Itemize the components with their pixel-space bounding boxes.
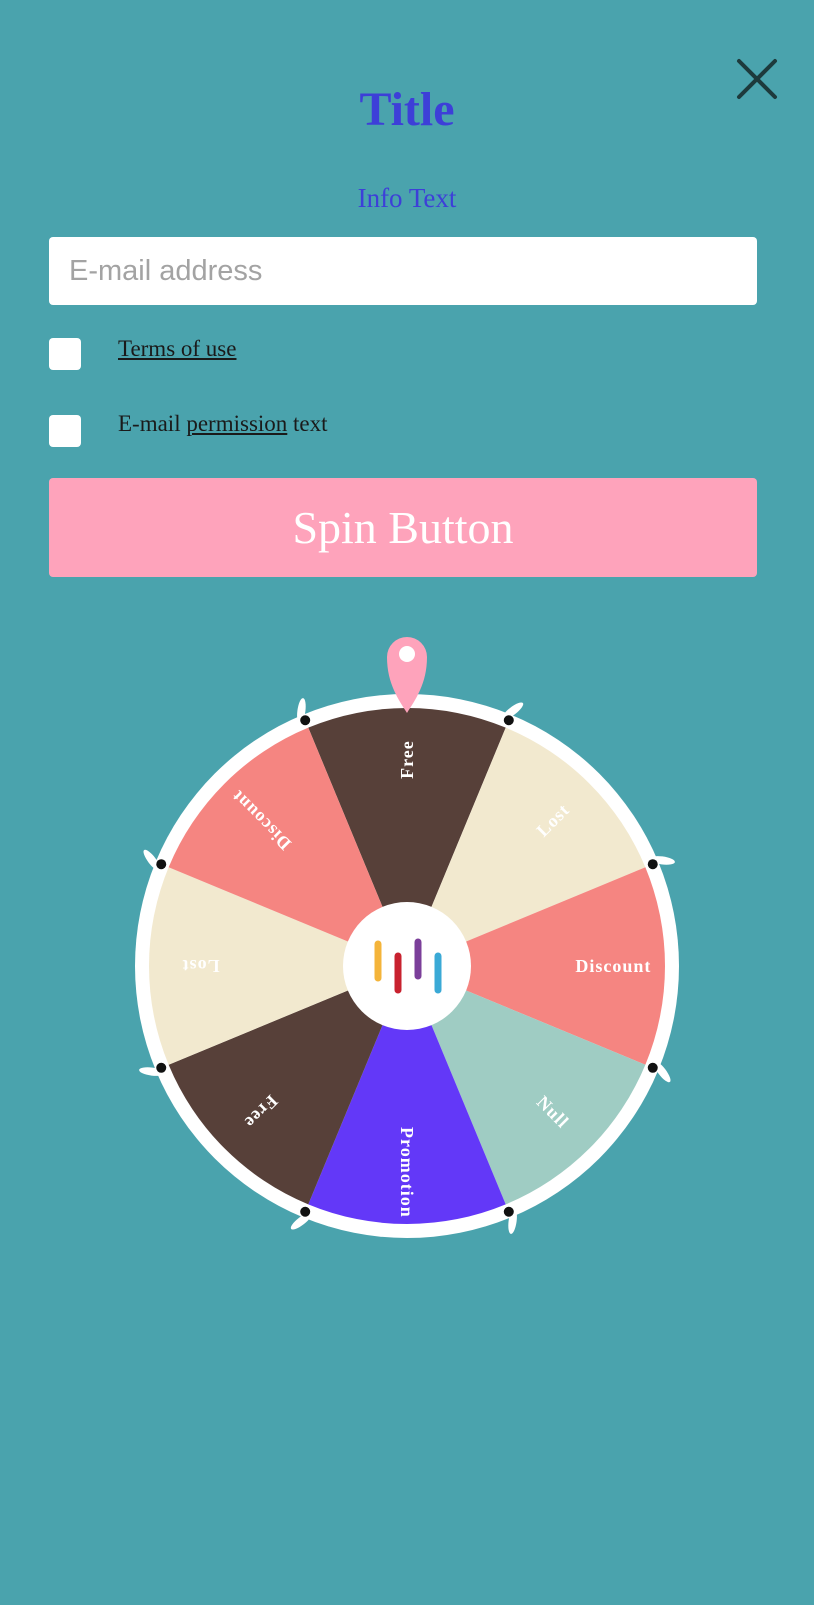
wheel-peg xyxy=(300,1206,311,1217)
wheel-peg xyxy=(300,715,311,726)
prize-wheel[interactable]: FreeLostDiscountNullPromotionFreeLostDis… xyxy=(0,0,814,1600)
wheel-peg xyxy=(156,859,167,870)
wheel-peg xyxy=(647,1062,658,1073)
wheel-hub xyxy=(343,902,471,1030)
wheel-segment-label: Promotion xyxy=(397,1127,417,1218)
wheel-segment-label: Discount xyxy=(575,956,651,976)
wheel-peg xyxy=(503,715,514,726)
wheel-segment-label: Free xyxy=(397,740,417,779)
wheel-peg xyxy=(647,859,658,870)
wheel-peg xyxy=(503,1206,514,1217)
wheel-area: Free Lost Discount Null Promotion Free Lost Dis… xyxy=(0,0,814,1600)
wheel-segment-label: Lost xyxy=(182,956,220,976)
wheel-peg xyxy=(156,1062,167,1073)
